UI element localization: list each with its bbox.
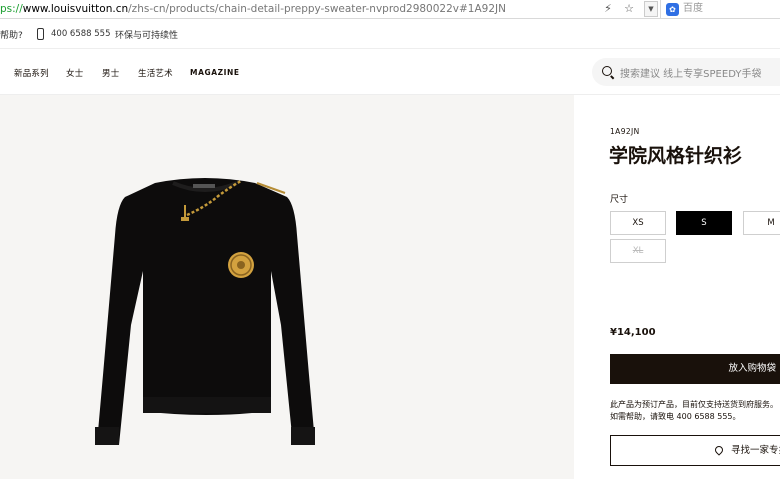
search-engine-box[interactable]: ✿ 百度 — [660, 0, 780, 19]
url-host: www.louisvuitton.cn — [22, 3, 129, 15]
search-placeholder: 搜索建议 线上专享SPEEDY手袋 — [620, 69, 762, 80]
add-to-cart-button[interactable]: 放入购物袋 — [610, 354, 780, 384]
sustainability-link[interactable]: 环保与可持续性 — [115, 28, 178, 41]
find-store-button[interactable]: 寻找一家专卖店 — [610, 435, 780, 466]
find-store-label: 寻找一家专卖店 — [731, 445, 780, 456]
browser-address-bar: ps://www.louisvuitton.cn/zhs-cn/products… — [0, 0, 780, 19]
preorder-note: 此产品为预订产品，目前仅支持送货到府服务。如需帮助，请致电 400 6588 5… — [610, 400, 778, 421]
sweater-image — [95, 178, 315, 445]
size-option-m[interactable]: M — [743, 211, 780, 235]
nav-item-magazine[interactable]: MAGAZINE — [190, 68, 240, 77]
phone-icon — [37, 28, 44, 40]
size-option-xs[interactable]: XS — [610, 211, 666, 235]
main-nav: 新品系列 女士 男士 生活艺术 MAGAZINE 搜索建议 线上专享SPEEDY… — [0, 49, 780, 95]
size-option-xl[interactable]: XL — [610, 239, 666, 263]
nav-item-women[interactable]: 女士 — [66, 67, 83, 79]
url-scheme: ps:// — [0, 3, 23, 15]
paw-icon: ✿ — [666, 3, 679, 16]
chevron-down-icon[interactable]: ▼ — [644, 1, 658, 17]
search-input[interactable]: 搜索建议 线上专享SPEEDY手袋 — [592, 58, 780, 86]
search-engine-label: 百度 — [683, 3, 703, 14]
size-label: 尺寸 — [610, 195, 629, 205]
bolt-icon[interactable]: ⚡ — [600, 1, 616, 17]
nav-item-men[interactable]: 男士 — [102, 67, 119, 79]
product-title: 学院风格针织衫 — [609, 145, 743, 167]
size-option-s[interactable]: S — [676, 211, 732, 235]
location-pin-icon — [713, 444, 725, 456]
help-link[interactable]: 帮助? — [0, 28, 23, 41]
product-price: ¥14,100 — [610, 327, 656, 338]
star-icon[interactable]: ☆ — [621, 1, 637, 17]
product-panel: 1A92JN 学院风格针织衫 尺寸 XS S M XL ¥14,100 放入购物… — [574, 95, 780, 479]
utility-bar: 帮助? 400 6588 555 环保与可持续性 — [0, 19, 780, 49]
nav-item-new[interactable]: 新品系列 — [14, 67, 49, 79]
url-path: /zhs-cn/products/chain-detail-preppy-swe… — [128, 3, 506, 15]
search-icon — [602, 66, 612, 76]
product-sku: 1A92JN — [610, 127, 640, 136]
product-image[interactable] — [0, 95, 574, 479]
phone-number[interactable]: 400 6588 555 — [51, 29, 110, 39]
nav-item-art-of-living[interactable]: 生活艺术 — [138, 67, 173, 79]
url-field[interactable]: ps://www.louisvuitton.cn/zhs-cn/products… — [0, 0, 660, 19]
